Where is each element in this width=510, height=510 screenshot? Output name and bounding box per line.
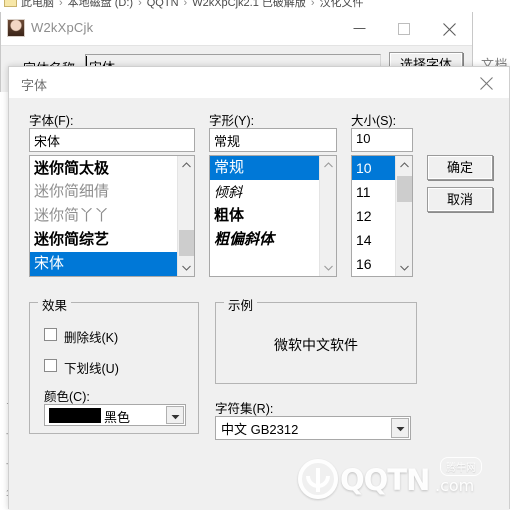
maximize-button[interactable] [382, 12, 427, 44]
chevron-down-icon [396, 427, 405, 432]
font-size-input[interactable]: 10 [351, 128, 413, 152]
maximize-icon [398, 23, 410, 35]
list-item[interactable]: 常规 [210, 156, 336, 180]
scroll-up-button[interactable] [320, 156, 336, 173]
scroll-down-button[interactable] [396, 259, 412, 276]
scrollbar-thumb[interactable] [179, 230, 194, 256]
breadcrumb-item-0[interactable]: 此电脑 [21, 0, 54, 9]
font-size-scrollbar[interactable] [395, 156, 412, 276]
dropdown-arrow-button[interactable] [166, 406, 184, 424]
app-titlebar: W2kXpCjk [1, 12, 472, 45]
chevron-down-icon [400, 265, 409, 271]
dialog-title: 字体 [21, 78, 48, 93]
close-button[interactable] [427, 12, 472, 44]
breadcrumb-separator: › [59, 0, 63, 9]
script-label: 字符集(R): [215, 402, 274, 416]
list-item[interactable]: 粗偏斜体 [210, 228, 336, 252]
list-item[interactable]: 倾斜 [210, 180, 336, 204]
breadcrumb-item-3[interactable]: W2kXpCjk2.1 已破解版 [192, 0, 306, 9]
sample-groupbox: 示例 微软中文软件 [215, 295, 417, 384]
effects-groupbox: 效果 删除线(K) 下划线(U) 颜色(C): 黑色 [29, 295, 199, 434]
checkbox-box[interactable] [44, 359, 57, 372]
app-title: W2kXpCjk [31, 20, 94, 35]
font-family-scrollbar[interactable] [177, 156, 194, 276]
scrollbar-thumb[interactable] [397, 176, 412, 202]
breadcrumb-item-4[interactable]: 汉化文件 [320, 0, 364, 9]
dialog-content: 字体(F): 宋体 迷你简太极 迷你简细倩 迷你简丫丫 迷你简综艺 宋体 微软雅… [9, 98, 509, 510]
font-family-listbox[interactable]: 迷你简太极 迷你简细倩 迷你简丫丫 迷你简综艺 宋体 微软雅黑 新宋体 [29, 155, 195, 277]
chevron-up-icon [400, 162, 409, 168]
list-item[interactable]: 粗体 [210, 204, 336, 228]
minimize-icon [353, 28, 366, 29]
folder-icon [4, 0, 17, 7]
explorer-breadcrumb-strip: 此电脑 › 本地磁盘 (D:) › QQTN › W2kXpCjk2.1 已破解版 › 汉化文件 [0, 0, 510, 12]
list-item[interactable]: 迷你简综艺 [30, 228, 194, 252]
font-style-input[interactable]: 常规 [209, 128, 337, 152]
ok-button[interactable]: 确定 [427, 155, 493, 180]
sample-group-title: 示例 [224, 295, 258, 314]
chevron-down-icon [171, 415, 180, 420]
list-item[interactable]: 18 [352, 276, 412, 277]
breadcrumb-separator: › [138, 0, 142, 9]
font-size-listbox[interactable]: 10 11 12 14 16 18 20 [351, 155, 413, 277]
dropdown-arrow-button[interactable] [391, 418, 409, 438]
breadcrumb-separator: › [183, 0, 188, 9]
close-icon [480, 77, 493, 90]
chevron-up-icon [324, 162, 333, 168]
scroll-up-button[interactable] [396, 156, 412, 173]
cancel-button[interactable]: 取消 [427, 187, 493, 212]
close-icon [443, 23, 456, 36]
list-item[interactable]: 迷你简太极 [30, 156, 194, 180]
list-item[interactable]: 微软雅黑 [30, 276, 194, 277]
minimize-button[interactable] [337, 12, 382, 44]
chevron-down-icon [324, 265, 333, 271]
dialog-close-button[interactable] [465, 67, 509, 97]
checkbox-box[interactable] [44, 328, 57, 341]
font-family-label: 字体(F): [29, 114, 74, 128]
strikeout-label: 删除线(K) [64, 331, 119, 345]
list-item[interactable]: 宋体 [30, 252, 194, 276]
script-value: 中文 GB2312 [221, 422, 299, 437]
font-family-input[interactable]: 宋体 [29, 128, 195, 152]
breadcrumb-separator: › [310, 0, 315, 9]
scroll-down-button[interactable] [178, 259, 194, 276]
font-size-label: 大小(S): [351, 114, 397, 128]
list-item[interactable]: 迷你简细倩 [30, 180, 194, 204]
scroll-up-button[interactable] [178, 156, 194, 173]
dialog-titlebar: 字体 [9, 67, 509, 98]
color-swatch [49, 408, 101, 423]
breadcrumb-item-1[interactable]: 本地磁盘 (D:) [68, 0, 133, 9]
chevron-down-icon [182, 265, 191, 271]
color-label: 颜色(C): [44, 390, 90, 404]
font-dialog: 字体 字体(F): 宋体 迷你简太极 迷你简细倩 迷你简丫丫 迷你简综艺 宋体 … [8, 66, 510, 510]
font-style-listbox[interactable]: 常规 倾斜 粗体 粗偏斜体 [209, 155, 337, 277]
sample-text: 微软中文软件 [274, 337, 358, 353]
effects-group-title: 效果 [38, 295, 72, 314]
breadcrumb-item-2[interactable]: QQTN [147, 0, 179, 9]
color-dropdown[interactable]: 黑色 [44, 404, 186, 426]
script-dropdown[interactable]: 中文 GB2312 [215, 416, 411, 440]
scroll-down-button[interactable] [320, 259, 336, 276]
photo-avatar-icon [7, 19, 25, 37]
chevron-up-icon [182, 162, 191, 168]
underline-label: 下划线(U) [64, 362, 119, 376]
font-style-label: 字形(Y): [209, 114, 255, 128]
color-value: 黑色 [104, 410, 131, 425]
list-item[interactable]: 迷你简丫丫 [30, 204, 194, 228]
font-style-scrollbar[interactable] [319, 156, 336, 276]
